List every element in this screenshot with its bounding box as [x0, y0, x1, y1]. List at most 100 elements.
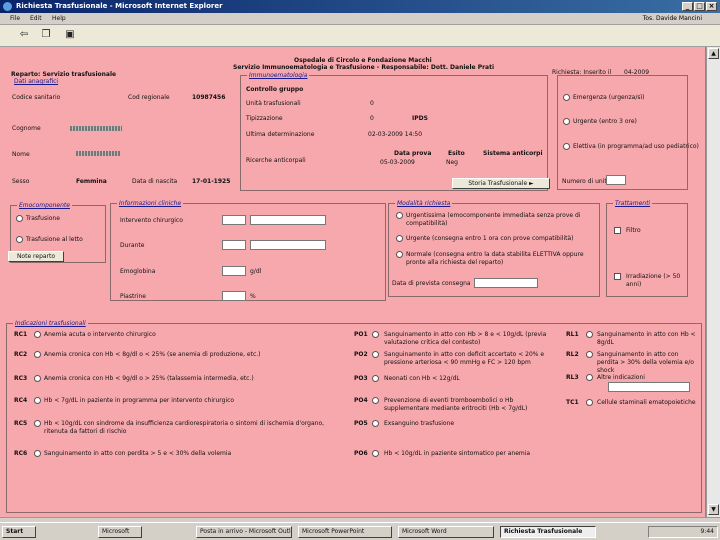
- menu-help[interactable]: Help: [52, 15, 66, 22]
- indicazione-text: Sanguinamento in atto con Hb < 8g/dL: [597, 331, 696, 346]
- urgente-modalita-radio[interactable]: [396, 235, 403, 242]
- cod-regionale-label: Cod regionale: [128, 94, 170, 101]
- urgentissima-radio[interactable]: [396, 212, 403, 219]
- indicazione-radio[interactable]: [586, 331, 593, 338]
- sesso-label: Sesso: [12, 178, 30, 185]
- indicazione-radio[interactable]: [586, 399, 593, 406]
- indicazione-radio[interactable]: [372, 420, 379, 427]
- lab-row2-input-b[interactable]: [250, 240, 326, 250]
- emoglobina-input[interactable]: [222, 266, 246, 276]
- altre-indicazioni-input[interactable]: [608, 382, 690, 392]
- codice-sanitario-label: Codice sanitario: [12, 94, 61, 101]
- task-2[interactable]: Posta in arrivo - Microsoft Outlook: [196, 526, 292, 538]
- urgente-radio[interactable]: [563, 118, 570, 125]
- row-date: 05-03-2009: [380, 159, 415, 166]
- indicazione-text: Hb < 10g/dL con sindrome da insufficienz…: [44, 420, 325, 435]
- data-consegna-label: Data di prevista consegna: [392, 280, 471, 287]
- window-title: Richiesta Trasfusionale - Microsoft Inte…: [16, 2, 223, 10]
- lab-row1-input-a[interactable]: [222, 215, 246, 225]
- data-nascita-value: 17-01-1925: [192, 178, 231, 185]
- emergenza-radio[interactable]: [563, 94, 570, 101]
- start-button[interactable]: Start: [2, 526, 36, 538]
- lab-row2-input-a[interactable]: [222, 240, 246, 250]
- urgente-label: Urgente (entro 3 ore): [573, 118, 637, 125]
- indicazione-text: Hb < 7g/dL in paziente in programma per …: [44, 397, 235, 404]
- scroll-up-icon[interactable]: ▲: [708, 48, 719, 59]
- cod-regionale-value: 10987456: [192, 94, 226, 101]
- menu-file[interactable]: File: [10, 15, 20, 22]
- indicazione-radio[interactable]: [34, 375, 41, 382]
- back-icon[interactable]: ⇦: [18, 29, 30, 41]
- storia-trasfusionale-button[interactable]: Storia Trasfusionale ►: [452, 178, 550, 189]
- vertical-scrollbar[interactable]: ▲ ▼: [706, 47, 720, 517]
- menu-edit[interactable]: Edit: [30, 15, 42, 22]
- indicazione-radio[interactable]: [586, 351, 593, 358]
- indicazione-code: RL3: [566, 374, 579, 381]
- letto-radio[interactable]: [16, 236, 23, 243]
- filtro-checkbox[interactable]: [614, 227, 621, 234]
- indicazione-radio[interactable]: [34, 351, 41, 358]
- indicazione-radio[interactable]: [34, 397, 41, 404]
- task-4[interactable]: Microsoft Word: [398, 526, 494, 538]
- ultima-det-value: 02-03-2009 14:50: [368, 131, 423, 138]
- indicazione-radio[interactable]: [372, 450, 379, 457]
- normale-label: Normale (consegna entro la data stabilit…: [406, 251, 584, 266]
- indicazione-code: RC6: [14, 450, 28, 457]
- ultima-det-label: Ultima determinazione: [246, 131, 315, 138]
- maximize-button[interactable]: □: [694, 2, 705, 11]
- task-5[interactable]: Richiesta Trasfusionale: [500, 526, 596, 538]
- indicazione-code: RC5: [14, 420, 28, 427]
- emoglobina-unit: g/dl: [250, 268, 262, 275]
- elettiva-radio[interactable]: [563, 143, 570, 150]
- lab-row2-label: Durante: [120, 242, 145, 249]
- task-1[interactable]: Microsoft: [98, 526, 142, 538]
- indicazione-radio[interactable]: [34, 331, 41, 338]
- indicazione-text: Cellule staminali ematopoietiche: [597, 399, 696, 406]
- indicazioni-legend: Indicazioni trasfusionali: [13, 320, 88, 327]
- unita-label: Unità trasfusionali: [246, 100, 301, 107]
- nome-redacted: [76, 151, 120, 156]
- normale-radio[interactable]: [396, 251, 403, 258]
- trasfusione-radio[interactable]: [16, 215, 23, 222]
- menu-bar: File Edit Help Tos. Davide Mancini: [0, 13, 720, 25]
- lab-row1-input-b[interactable]: [250, 215, 326, 225]
- indicazione-text: Exsanguino trasfusione: [384, 420, 455, 427]
- numero-unita-input[interactable]: [606, 175, 626, 185]
- indicazione-code: PO2: [354, 351, 368, 358]
- indicazione-radio[interactable]: [372, 375, 379, 382]
- clock: 9:44: [648, 526, 718, 538]
- indicazione-code: PO6: [354, 450, 368, 457]
- tipizzazione-value: 0: [370, 115, 374, 122]
- service-name: Servizio Immunoematologia e Trasfusione …: [233, 64, 495, 71]
- indicazione-text: Anemia cronica con Hb < 8g/dl o < 25% (s…: [44, 351, 261, 358]
- unita-value: 0: [370, 100, 374, 107]
- sesso-value: Femmina: [76, 178, 107, 185]
- indicazione-code: TC1: [566, 399, 579, 406]
- indicazione-text: Anemia acuta o intervento chirurgico: [44, 331, 156, 338]
- save-icon[interactable]: ▣: [64, 29, 76, 41]
- indicazione-code: PO1: [354, 331, 368, 338]
- indicazione-code: RC1: [14, 331, 28, 338]
- indicazione-radio[interactable]: [34, 450, 41, 457]
- minimize-button[interactable]: _: [682, 2, 693, 11]
- form-page: Ospedale di Circolo e Fondazione Macchi …: [0, 47, 706, 517]
- indicazione-radio[interactable]: [372, 331, 379, 338]
- urgency-fieldset: [557, 75, 688, 190]
- close-button[interactable]: ×: [706, 2, 717, 11]
- piastrine-input[interactable]: [222, 291, 246, 301]
- task-3[interactable]: Microsoft PowerPoint: [298, 526, 392, 538]
- indicazione-radio[interactable]: [372, 397, 379, 404]
- controllo-gruppo-label: Controllo gruppo: [246, 86, 304, 93]
- scroll-down-icon[interactable]: ▼: [708, 504, 719, 515]
- indicazione-radio[interactable]: [34, 420, 41, 427]
- col-data-prova: Data prova: [394, 150, 432, 157]
- data-consegna-input[interactable]: [474, 278, 538, 288]
- indicazione-radio[interactable]: [586, 374, 593, 381]
- numero-unita-label: Numero di unità: [562, 178, 611, 185]
- indicazione-radio[interactable]: [372, 351, 379, 358]
- pages-icon[interactable]: ❐: [40, 29, 52, 41]
- note-reparto-button[interactable]: Note reparto: [8, 251, 64, 262]
- piastrine-label: Piastrine: [120, 293, 146, 300]
- irradiazione-checkbox[interactable]: [614, 273, 621, 280]
- tipizzazione-label: Tipizzazione: [246, 115, 283, 122]
